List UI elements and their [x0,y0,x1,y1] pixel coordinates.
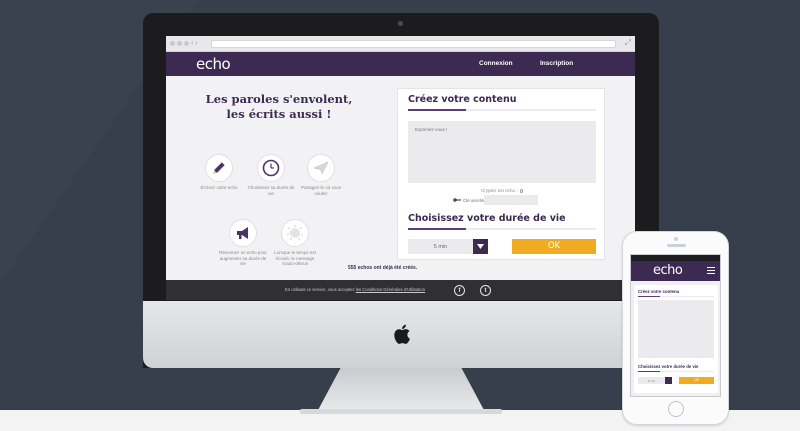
clock-icon [262,159,280,177]
feature-label: Résonnez un echo pour augmenter sa durée… [219,250,267,266]
key-icon [453,198,461,202]
echo-logo[interactable]: echo [196,55,231,73]
terms-link[interactable]: les Conditions Générales d'Utilisation [356,287,425,292]
home-button[interactable] [668,401,684,417]
phone-duration-select[interactable]: 5 min [638,377,672,384]
paper-plane-icon [313,161,329,175]
phone-ok-button[interactable]: OK [679,377,714,384]
duration-title: Choisissez votre durée de vie [408,213,566,224]
feature-label: Lorsque le temps est écoulé, le message … [274,250,316,266]
feature-resonate: Résonnez un echo pour augmenter sa durée… [218,219,268,267]
site-footer: En utilisant ce service, vous acceptez l… [166,280,635,300]
imac-stand [317,368,485,412]
twitter-icon[interactable]: t [480,285,491,296]
imac-chin [143,301,659,368]
close-dot[interactable] [170,41,175,46]
webcam [398,21,403,26]
encrypt-label: Cryptez ton echo : [480,188,518,193]
phone-content-textarea[interactable] [638,300,714,358]
minimize-dot[interactable] [177,41,182,46]
create-form: Créez votre contenu Cryptez ton echo : C… [397,88,605,260]
feature-write: Écrivez votre echo [194,154,244,191]
fullscreen-icon[interactable]: ⤢ [625,38,631,48]
maximize-dot[interactable] [184,41,189,46]
apple-logo-icon [394,324,410,344]
encrypt-radio[interactable] [519,189,524,193]
phone-create-form: Créez votre contenu Choisissez votre dur… [634,285,718,393]
duration-select[interactable]: 5 min [408,239,488,254]
phone-echo-logo[interactable]: echo [653,263,683,278]
logo-text: echo [196,55,231,73]
phone-header: echo [631,261,720,281]
phone-title-divider [638,371,714,372]
content-textarea[interactable] [408,121,596,183]
pencil-icon [213,162,225,174]
phone-title-divider [638,296,714,297]
title-divider [408,228,596,230]
secret-key-row: Clé secrète : [453,197,488,203]
encrypt-row: Cryptez ton echo : [398,188,606,193]
feature-share: Partagez-le où vous voulez [296,154,346,196]
echo-count: 555 echos ont déjà été créés. [348,265,418,271]
phone-duration-title: Choisissez votre durée de vie [638,364,699,369]
feature-circle [281,219,309,247]
duration-value: 5 min [433,243,448,250]
feature-circle [257,154,285,182]
address-bar[interactable] [211,40,616,48]
phone-camera [674,237,678,241]
tagline: Les paroles s'envolent, les écrits aussi… [205,92,353,121]
secret-key-input[interactable] [484,195,538,205]
back-forward-icon[interactable]: ‹ › [191,39,198,48]
feature-label: Choisissez sa durée de vie [247,185,295,196]
nav-inscription[interactable]: Inscription [540,60,573,67]
ok-button[interactable]: OK [512,239,596,254]
feature-circle [205,154,233,182]
chevron-down-icon[interactable] [473,239,488,254]
title-divider [408,109,596,111]
phone-duration-value: 5 min [647,378,656,383]
footer-text: En utilisant ce service, vous acceptez l… [285,287,425,292]
dissolve-icon [287,225,303,240]
feature-duration: Choisissez sa durée de vie [246,154,296,196]
site-header: echo Connexion Inscription [166,52,635,76]
facebook-icon[interactable]: f [454,285,465,296]
feature-self-destruct: Lorsque le temps est écoulé, le message … [270,219,320,267]
hamburger-menu-icon[interactable] [707,267,715,274]
feature-circle [307,154,335,182]
feature-circle [229,219,257,247]
create-title: Créez votre contenu [408,94,517,105]
imac-stand-base [300,409,502,414]
chevron-down-icon[interactable] [665,377,672,384]
window-controls[interactable] [170,41,189,46]
footer-terms-text: En utilisant ce service, vous acceptez [285,287,356,292]
iphone: echo Créez votre contenu Choisissez votr… [622,231,729,425]
phone-screen: echo Créez votre contenu Choisissez votr… [630,254,721,397]
feature-label: Partagez-le où vous voulez [300,185,342,196]
phone-create-title: Créez votre contenu [638,289,680,294]
phone-speaker [667,244,686,247]
nav-connexion[interactable]: Connexion [479,60,513,67]
feature-label: Écrivez votre echo [200,185,238,190]
browser-toolbar: ‹ › ⤢ [166,36,635,52]
imac-screen: ‹ › ⤢ echo Connexion Inscription Les par… [166,36,635,300]
megaphone-icon [237,227,248,239]
